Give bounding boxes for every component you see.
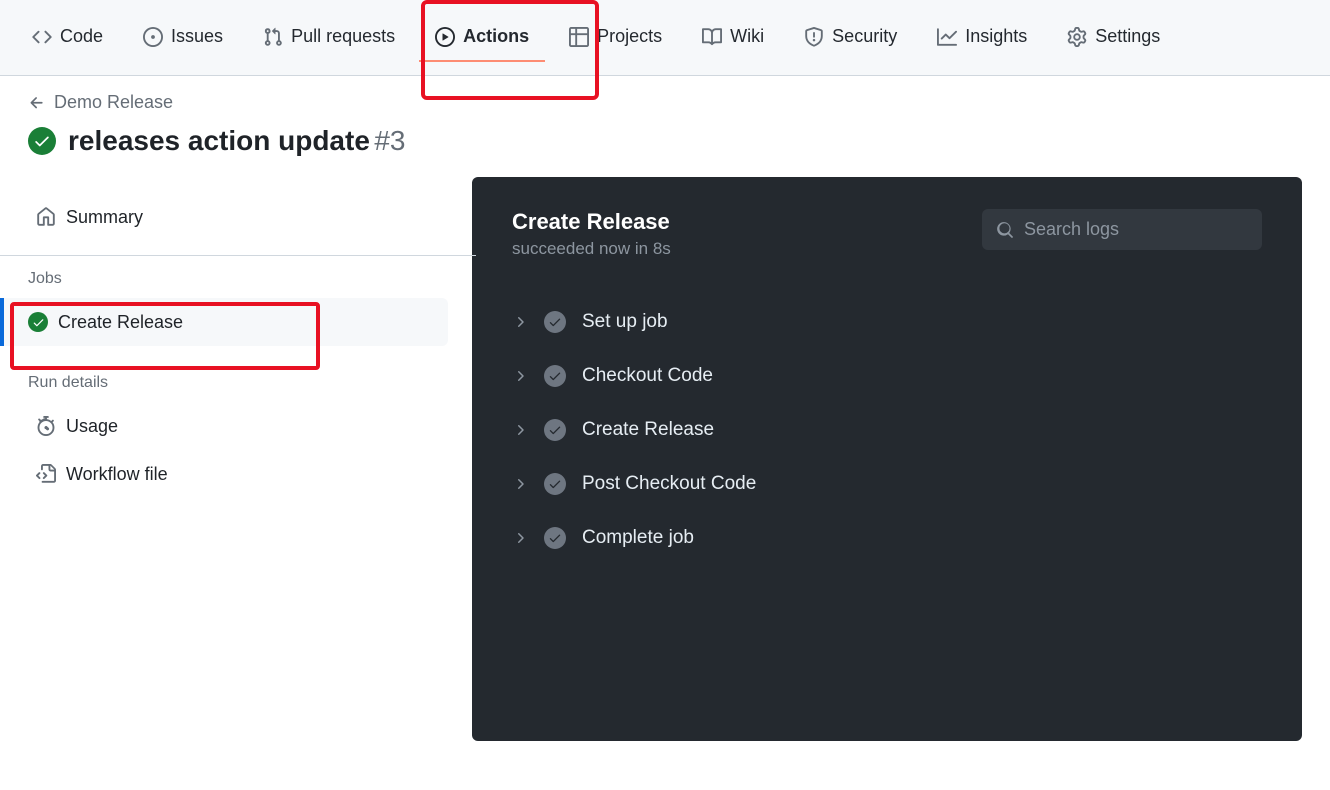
sidebar-run-details-title: Run details <box>28 346 448 402</box>
check-circle-icon <box>544 311 566 333</box>
step-label: Checkout Code <box>582 365 713 387</box>
arrow-left-icon <box>28 94 46 112</box>
nav-tab-wiki[interactable]: Wiki <box>686 14 780 62</box>
step-label: Set up job <box>582 311 668 333</box>
graph-icon <box>937 27 957 47</box>
run-title: releases action update <box>68 125 370 156</box>
nav-tab-label: Pull requests <box>291 26 395 47</box>
code-icon <box>32 27 52 47</box>
nav-tab-actions[interactable]: Actions <box>419 14 545 62</box>
stopwatch-icon <box>36 416 56 436</box>
step-row[interactable]: Checkout Code <box>472 349 1302 403</box>
nav-tab-label: Actions <box>463 26 529 47</box>
job-panel: Create Release succeeded now in 8s Set u… <box>472 177 1302 741</box>
job-subtitle: succeeded now in 8s <box>512 239 671 259</box>
play-icon <box>435 27 455 47</box>
gear-icon <box>1067 27 1087 47</box>
nav-tab-label: Security <box>832 26 897 47</box>
check-circle-icon <box>544 419 566 441</box>
file-code-icon <box>36 464 56 484</box>
sidebar-usage[interactable]: Usage <box>28 402 448 450</box>
check-circle-icon <box>544 365 566 387</box>
job-header: Create Release succeeded now in 8s <box>472 209 1302 259</box>
status-success-icon <box>28 127 56 155</box>
nav-tab-security[interactable]: Security <box>788 14 913 62</box>
home-icon <box>36 207 56 227</box>
nav-tab-pull-requests[interactable]: Pull requests <box>247 14 411 62</box>
sidebar-job-label: Create Release <box>58 312 183 333</box>
nav-tab-label: Projects <box>597 26 662 47</box>
chevron-right-icon <box>512 476 528 492</box>
step-row[interactable]: Create Release <box>472 403 1302 457</box>
nav-tab-label: Issues <box>171 26 223 47</box>
page-header: Demo Release releases action update #3 <box>0 76 1330 177</box>
sidebar-summary[interactable]: Summary <box>28 193 448 241</box>
nav-tab-label: Settings <box>1095 26 1160 47</box>
search-logs[interactable] <box>982 209 1262 250</box>
issues-icon <box>143 27 163 47</box>
breadcrumb-label: Demo Release <box>54 92 173 113</box>
main-area: Summary Jobs Create Release Run details … <box>0 177 1330 741</box>
check-circle-icon <box>544 473 566 495</box>
job-title: Create Release <box>512 209 671 235</box>
run-number: #3 <box>374 125 405 156</box>
search-logs-input[interactable] <box>1024 219 1248 240</box>
chevron-right-icon <box>512 530 528 546</box>
check-circle-icon <box>544 527 566 549</box>
pull-request-icon <box>263 27 283 47</box>
sidebar-job-create-release[interactable]: Create Release <box>0 298 448 346</box>
nav-tab-label: Insights <box>965 26 1027 47</box>
nav-tab-projects[interactable]: Projects <box>553 14 678 62</box>
nav-tab-insights[interactable]: Insights <box>921 14 1043 62</box>
sidebar-workflow-file[interactable]: Workflow file <box>28 450 448 498</box>
nav-tab-label: Wiki <box>730 26 764 47</box>
chevron-right-icon <box>512 368 528 384</box>
sidebar-jobs-title: Jobs <box>28 256 448 298</box>
book-icon <box>702 27 722 47</box>
check-circle-icon <box>28 312 48 332</box>
sidebar-summary-label: Summary <box>66 207 143 228</box>
nav-tab-issues[interactable]: Issues <box>127 14 239 62</box>
sidebar-workflow-file-label: Workflow file <box>66 464 168 485</box>
nav-tab-code[interactable]: Code <box>16 14 119 62</box>
breadcrumb[interactable]: Demo Release <box>28 92 1302 113</box>
repo-nav: Code Issues Pull requests Actions Projec… <box>0 0 1330 76</box>
chevron-right-icon <box>512 314 528 330</box>
shield-icon <box>804 27 824 47</box>
step-label: Post Checkout Code <box>582 473 756 495</box>
nav-tab-settings[interactable]: Settings <box>1051 14 1176 62</box>
nav-tab-label: Code <box>60 26 103 47</box>
chevron-right-icon <box>512 422 528 438</box>
step-list: Set up job Checkout Code Create Release <box>472 295 1302 565</box>
step-row[interactable]: Complete job <box>472 511 1302 565</box>
step-label: Create Release <box>582 419 714 441</box>
step-label: Complete job <box>582 527 694 549</box>
run-title-row: releases action update #3 <box>28 125 1302 157</box>
search-icon <box>996 221 1014 239</box>
sidebar: Summary Jobs Create Release Run details … <box>0 177 448 741</box>
table-icon <box>569 27 589 47</box>
step-row[interactable]: Set up job <box>472 295 1302 349</box>
step-row[interactable]: Post Checkout Code <box>472 457 1302 511</box>
sidebar-usage-label: Usage <box>66 416 118 437</box>
